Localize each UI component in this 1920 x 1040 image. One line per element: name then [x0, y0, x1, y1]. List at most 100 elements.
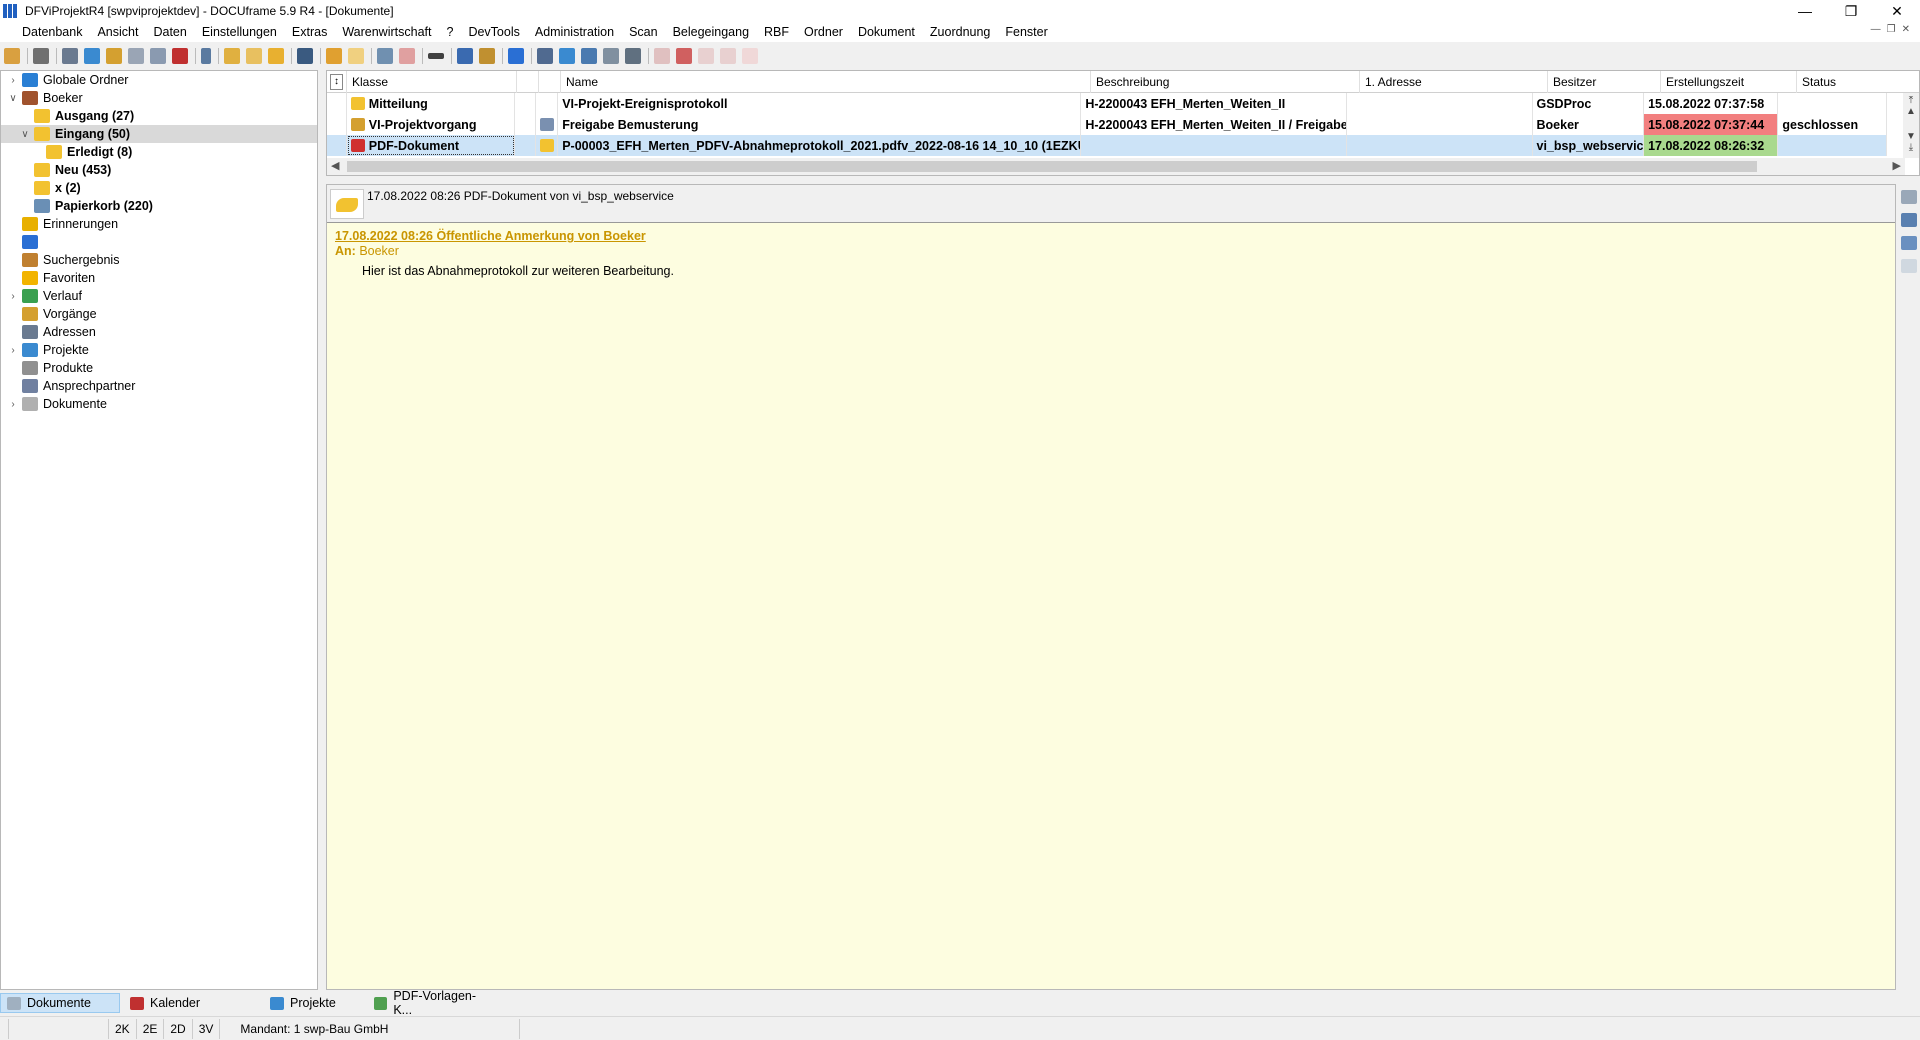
settings-icon[interactable] — [603, 48, 619, 64]
column-header-adresse[interactable]: 1. Adresse — [1360, 71, 1548, 93]
download-icon[interactable] — [1901, 213, 1917, 227]
print-icon[interactable] — [33, 48, 49, 64]
menu-datenbank[interactable]: Datenbank — [22, 25, 82, 39]
menu-scan[interactable]: Scan — [629, 25, 658, 39]
expand-icon[interactable]: › — [7, 75, 19, 86]
collapse-icon[interactable]: ∨ — [19, 129, 31, 140]
tree-item[interactable]: Produkte — [1, 359, 317, 377]
cell-status[interactable] — [1778, 93, 1887, 114]
mdi-minimize-button[interactable]: — — [1871, 24, 1881, 35]
cell-klasse[interactable]: Mitteilung — [347, 93, 515, 114]
cell-erstellungszeit[interactable]: 15.08.2022 07:37:44 — [1644, 114, 1779, 135]
sync-icon[interactable] — [581, 48, 597, 64]
expand-icon[interactable]: › — [7, 291, 19, 302]
cell-attachment[interactable] — [536, 135, 559, 156]
new-document-icon[interactable] — [4, 48, 20, 64]
row-selector[interactable] — [327, 114, 347, 135]
tree-item[interactable]: Erinnerungen — [1, 215, 317, 233]
grid-vertical-scrollbar[interactable]: ⤒ ▲ ▼ ⤓ — [1903, 93, 1919, 158]
menu-einstellungen[interactable]: Einstellungen — [202, 25, 277, 39]
column-header-besitzer[interactable]: Besitzer — [1548, 71, 1661, 93]
cell-attachment[interactable] — [536, 93, 559, 114]
delete-icon[interactable] — [399, 48, 415, 64]
tree-item[interactable]: › Dokumente — [1, 395, 317, 413]
open-folder-icon[interactable] — [246, 48, 262, 64]
collapse-icon[interactable]: ∨ — [7, 93, 19, 104]
new-folder-icon[interactable] — [224, 48, 240, 64]
link-icon[interactable] — [128, 48, 144, 64]
calendar-icon[interactable] — [172, 48, 188, 64]
cell-adresse[interactable] — [1346, 135, 1533, 156]
table-row[interactable]: VI-Projektvorgang Freigabe Bemusterung H-2… — [327, 114, 1887, 135]
cell-icon[interactable] — [515, 93, 537, 114]
tab-kalender[interactable]: Kalender — [124, 993, 242, 1013]
tree-item[interactable]: Ansprechpartner — [1, 377, 317, 395]
cell-status[interactable] — [1778, 135, 1887, 156]
scroll-right-icon[interactable]: ▶ — [1893, 159, 1901, 172]
row-selector-header[interactable]: ↕ — [327, 71, 347, 93]
table-row[interactable]: Mitteilung VI-Projekt-Ereignisprotokoll H-… — [327, 93, 1887, 114]
pin-icon[interactable] — [508, 48, 524, 64]
tree-item[interactable]: Neu (453) — [1, 161, 317, 179]
search-icon[interactable] — [297, 48, 313, 64]
menu-rbf[interactable]: RBF — [764, 25, 789, 39]
row-selector[interactable] — [327, 135, 347, 156]
sort-icon[interactable]: ↕ — [330, 74, 343, 90]
menu-ansicht[interactable]: Ansicht — [97, 25, 138, 39]
tree-item[interactable]: › Verlauf — [1, 287, 317, 305]
menu-dokument[interactable]: Dokument — [858, 25, 915, 39]
menu-warenwirtschaft[interactable]: Warenwirtschaft — [342, 25, 431, 39]
cell-attachment[interactable] — [536, 114, 559, 135]
annotation-title-link[interactable]: 17.08.2022 08:26 Öffentliche Anmerkung v… — [335, 229, 1887, 243]
tree-item[interactable]: Vorgänge — [1, 305, 317, 323]
close-button[interactable]: ✕ — [1874, 0, 1920, 22]
mdi-close-button[interactable]: ✕ — [1902, 24, 1910, 35]
edit-icon[interactable] — [377, 48, 393, 64]
tree-item[interactable]: Favoriten — [1, 269, 317, 287]
column-header-klasse[interactable]: Klasse — [347, 71, 517, 93]
tree-item[interactable]: Erledigt (8) — [1, 143, 317, 161]
cell-besitzer[interactable]: vi_bsp_webservice — [1532, 135, 1645, 156]
mdi-restore-button[interactable]: ❐ — [1887, 24, 1896, 35]
cell-beschreibung[interactable]: H-2200043 EFH_Merten_Weiten_II — [1081, 93, 1347, 114]
column-header-icon[interactable] — [517, 71, 539, 93]
minimize-button[interactable]: — — [1782, 0, 1828, 22]
cell-erstellungszeit[interactable]: 15.08.2022 07:37:58 — [1644, 93, 1779, 114]
menu-daten[interactable]: Daten — [153, 25, 186, 39]
tab-projekte[interactable]: Projekte — [246, 993, 364, 1013]
phone-icon[interactable] — [201, 48, 211, 64]
address-icon[interactable] — [62, 48, 78, 64]
tree-item[interactable]: ∨ Boeker — [1, 89, 317, 107]
projects-icon[interactable] — [84, 48, 100, 64]
cell-adresse[interactable] — [1347, 114, 1533, 135]
cell-adresse[interactable] — [1347, 93, 1533, 114]
tree-item[interactable]: Adressen — [1, 323, 317, 341]
tree-item[interactable]: › Projekte — [1, 341, 317, 359]
menu-administration[interactable]: Administration — [535, 25, 614, 39]
cell-beschreibung[interactable]: H-2200043 EFH_Merten_Weiten_II / Freigab… — [1081, 114, 1347, 135]
tree-item[interactable]: ∨ Eingang (50) — [1, 125, 317, 143]
grid-horizontal-scrollbar[interactable]: ◀ ▶ — [327, 158, 1905, 175]
copy-icon[interactable] — [150, 48, 166, 64]
scroll-down-icon[interactable]: ▼ — [1903, 131, 1919, 142]
layout-icon[interactable] — [1901, 190, 1917, 204]
table-row[interactable]: PDF-Dokument P-00003_EFH_Merten_PDFV-Abna… — [327, 135, 1887, 156]
menu-fenster[interactable]: Fenster — [1005, 25, 1047, 39]
menu-help[interactable]: ? — [446, 25, 453, 39]
scroll-top-icon[interactable]: ⤒ — [1903, 95, 1919, 106]
column-header-attachment[interactable] — [539, 71, 561, 93]
process-icon[interactable] — [106, 48, 122, 64]
menu-zuordnung[interactable]: Zuordnung — [930, 25, 990, 39]
scroll-left-icon[interactable]: ◀ — [331, 159, 339, 172]
workflow-icon[interactable] — [537, 48, 553, 64]
scroll-bottom-icon[interactable]: ⤓ — [1903, 142, 1919, 153]
tree-item[interactable] — [1, 233, 317, 251]
cut-icon[interactable] — [348, 48, 364, 64]
glasses-icon[interactable] — [428, 53, 444, 59]
cell-name[interactable]: P-00003_EFH_Merten_PDFV-Abnahmeprotokoll… — [558, 135, 1082, 156]
move-folder-icon[interactable] — [268, 48, 284, 64]
list-icon[interactable] — [559, 48, 575, 64]
pin-folder-icon[interactable] — [326, 48, 342, 64]
cell-beschreibung[interactable] — [1081, 135, 1347, 156]
expand-icon[interactable]: › — [7, 399, 19, 410]
